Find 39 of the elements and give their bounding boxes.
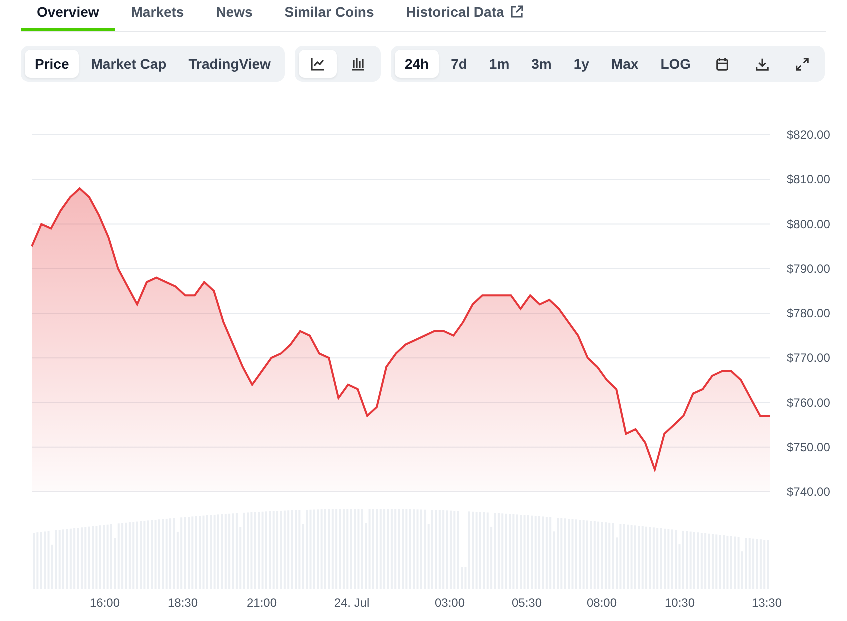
y-axis-label: $810.00 bbox=[787, 172, 830, 187]
time-range-button[interactable]: 7d bbox=[441, 50, 478, 78]
tab[interactable]: Similar Coins bbox=[268, 0, 390, 31]
tab[interactable]: Overview bbox=[21, 0, 116, 31]
x-axis-label: 03:00 bbox=[434, 596, 466, 610]
line-chart-button[interactable] bbox=[298, 50, 337, 78]
time-range-button[interactable]: Max bbox=[601, 50, 649, 78]
y-axis-label: $740.00 bbox=[787, 485, 830, 499]
download-icon bbox=[754, 56, 770, 72]
x-axis-label: 16:00 bbox=[90, 596, 120, 610]
tab[interactable]: Historical Data bbox=[390, 0, 540, 31]
x-axis-label: 05:30 bbox=[512, 596, 542, 610]
y-axis-label: $790.00 bbox=[787, 262, 830, 276]
tab[interactable]: News bbox=[200, 0, 269, 31]
y-axis-label: $820.00 bbox=[787, 128, 830, 142]
time-range-button[interactable]: 1y bbox=[564, 50, 600, 78]
expand-icon bbox=[794, 56, 810, 72]
time-range-button[interactable]: 1m bbox=[479, 50, 520, 78]
x-axis-label: 13:30 bbox=[752, 596, 782, 610]
x-axis-label: 21:00 bbox=[246, 596, 278, 610]
y-axis-label: $780.00 bbox=[787, 306, 830, 320]
calendar-icon bbox=[714, 56, 730, 72]
x-axis-label: 18:30 bbox=[168, 596, 198, 610]
y-axis-label: $800.00 bbox=[787, 217, 830, 232]
x-axis-label: 08:00 bbox=[586, 596, 618, 610]
y-axis-label: $770.00 bbox=[787, 351, 830, 366]
y-axis-label: $760.00 bbox=[787, 396, 830, 410]
time-range-button[interactable]: LOG bbox=[650, 50, 702, 78]
time-range-button[interactable]: 24h bbox=[394, 50, 440, 78]
bar-chart-icon bbox=[350, 56, 366, 72]
line-chart-icon bbox=[310, 56, 326, 72]
chart-type-button[interactable]: TradingView bbox=[178, 50, 281, 78]
tab[interactable]: Markets bbox=[115, 0, 200, 31]
chart-type-button[interactable]: Market Cap bbox=[81, 50, 177, 78]
x-axis-label: 10:30 bbox=[664, 596, 696, 610]
x-axis-label: 24. Jul bbox=[334, 596, 370, 610]
chart-type-button[interactable]: Price bbox=[25, 50, 80, 78]
y-axis-label: $750.00 bbox=[787, 440, 830, 454]
time-range-button[interactable]: 3m bbox=[522, 50, 562, 78]
